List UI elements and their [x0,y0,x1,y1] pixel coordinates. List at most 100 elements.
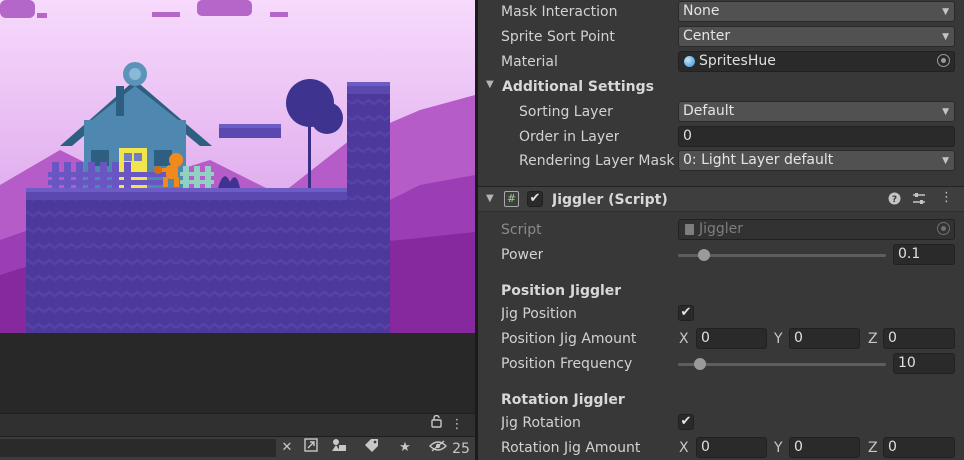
foldout-arrow-icon[interactable]: ▼ [486,79,494,90]
hidden-count: 25 [452,441,470,457]
jiggler-title: Jiggler (Script) [552,192,668,208]
jig-rotation-label: Jig Rotation [501,415,581,431]
sprite-sort-point-row: Sprite Sort Point Center ▼ [478,25,964,50]
panel-toolbar: ⋮ [0,413,475,436]
order-in-layer-field[interactable]: 0 [678,126,955,147]
object-picker-icon [937,222,950,235]
rotation-z-value: 0 [888,439,897,455]
game-view-empty-area [0,333,475,413]
material-value: SpritesHue [699,53,776,69]
rendering-layer-mask-value: 0: Light Layer default [683,152,834,168]
additional-settings-label: Additional Settings [502,79,654,95]
position-jiggler-label: Position Jiggler [501,283,622,299]
rendering-layer-mask-row: Rendering Layer Mask 0: Light Layer defa… [478,149,964,174]
rotation-jig-amount-row: Rotation Jig Amount X 0 Y 0 Z 0 [478,436,964,460]
script-value: Jiggler [699,221,744,237]
dropdown-arrow-icon: ▼ [942,107,949,117]
z-axis-label: Z [868,331,878,347]
position-z-field[interactable]: 0 [883,328,955,349]
svg-text:?: ? [892,195,897,205]
material-row: Material SpritesHue [478,50,964,75]
rotation-jig-amount-label: Rotation Jig Amount [501,440,641,456]
script-label: Script [501,222,542,238]
game-view[interactable] [0,0,475,333]
lock-icon[interactable] [428,414,444,436]
rotation-jiggler-header: Rotation Jiggler [478,388,964,413]
mask-interaction-dropdown[interactable]: None ▼ [678,1,955,22]
position-x-field[interactable]: 0 [696,328,767,349]
sorting-layer-label: Sorting Layer [519,104,613,120]
dropdown-arrow-icon: ▼ [942,32,949,42]
rendering-layer-mask-label: Rendering Layer Mask [519,153,675,169]
presets-icon[interactable] [912,192,926,210]
object-picker-icon[interactable] [937,54,950,67]
additional-settings-foldout[interactable]: ▼ Additional Settings [478,75,964,100]
dropdown-arrow-icon: ▼ [942,7,949,17]
position-jig-amount-label: Position Jig Amount [501,331,637,347]
position-frequency-slider-track[interactable] [678,363,886,366]
position-frequency-label: Position Frequency [501,356,633,372]
sprite-sort-point-label: Sprite Sort Point [501,29,615,45]
jig-position-row: Jig Position ✔ [478,302,964,327]
dropdown-arrow-icon: ▼ [942,156,949,166]
power-row: Power 0.1 [478,243,964,268]
clear-search-icon[interactable]: ✕ [280,437,294,459]
mask-interaction-value: None [683,3,720,19]
y-axis-label: Y [774,331,783,347]
rotation-x-field[interactable]: 0 [696,437,767,458]
jiggler-enabled-checkbox[interactable]: ✔ [527,191,543,207]
y-axis-label: Y [774,440,783,456]
position-jiggler-header: Position Jiggler [478,279,964,304]
jig-rotation-checkbox[interactable]: ✔ [678,414,694,430]
script-file-icon [685,224,694,235]
mask-interaction-label: Mask Interaction [501,4,618,20]
fence-light [180,166,214,188]
sorting-layer-value: Default [683,103,735,119]
rotation-y-field[interactable]: 0 [789,437,860,458]
script-field: Jiggler [678,219,955,240]
inspector-panel: Mask Interaction None ▼ Sprite Sort Poin… [478,0,964,460]
order-in-layer-value: 0 [683,128,692,144]
script-icon: # [504,191,519,207]
rendering-layer-mask-dropdown[interactable]: 0: Light Layer default ▼ [678,150,955,171]
filter-by-type-icon[interactable] [330,438,348,460]
mask-interaction-row: Mask Interaction None ▼ [478,0,964,25]
jig-position-checkbox[interactable]: ✔ [678,305,694,321]
rotation-z-field[interactable]: 0 [883,437,955,458]
filter-by-label-icon[interactable] [362,438,380,460]
position-frequency-value: 10 [898,355,916,371]
search-input[interactable] [0,439,276,457]
hidden-packages-icon[interactable] [428,438,448,460]
help-icon[interactable]: ? [888,192,902,206]
jiggler-component-header[interactable]: ▼ # ✔ Jiggler (Script) ? ⋮ [478,186,964,212]
position-y-field[interactable]: 0 [789,328,860,349]
x-axis-label: X [679,331,689,347]
position-z-value: 0 [888,330,897,346]
z-axis-label: Z [868,440,878,456]
power-field[interactable]: 0.1 [893,244,955,265]
power-slider-thumb[interactable] [698,249,710,261]
sprite-sort-point-dropdown[interactable]: Center ▼ [678,26,955,47]
rotation-y-value: 0 [794,439,803,455]
sorting-layer-dropdown[interactable]: Default ▼ [678,101,955,122]
scene-render [0,0,475,333]
position-frequency-slider-thumb[interactable] [694,358,706,370]
power-label: Power [501,247,544,263]
rotation-x-value: 0 [701,439,710,455]
order-in-layer-row: Order in Layer 0 [478,125,964,150]
more-vertical-icon[interactable]: ⋮ [940,190,953,206]
position-frequency-row: Position Frequency 10 [478,352,964,377]
sprite-sort-point-value: Center [683,28,731,44]
scene-picker-icon[interactable] [302,438,320,460]
favorites-star-icon[interactable]: ★ [396,437,414,459]
jig-position-label: Jig Position [501,306,577,322]
material-field[interactable]: SpritesHue [678,51,955,72]
position-y-value: 0 [794,330,803,346]
foldout-arrow-icon[interactable]: ▼ [486,193,494,204]
script-row: Script Jiggler [478,218,964,243]
more-vertical-icon[interactable]: ⋮ [450,414,464,436]
position-x-value: 0 [701,330,710,346]
position-frequency-field[interactable]: 10 [893,353,955,374]
material-label: Material [501,54,558,70]
x-axis-label: X [679,440,689,456]
